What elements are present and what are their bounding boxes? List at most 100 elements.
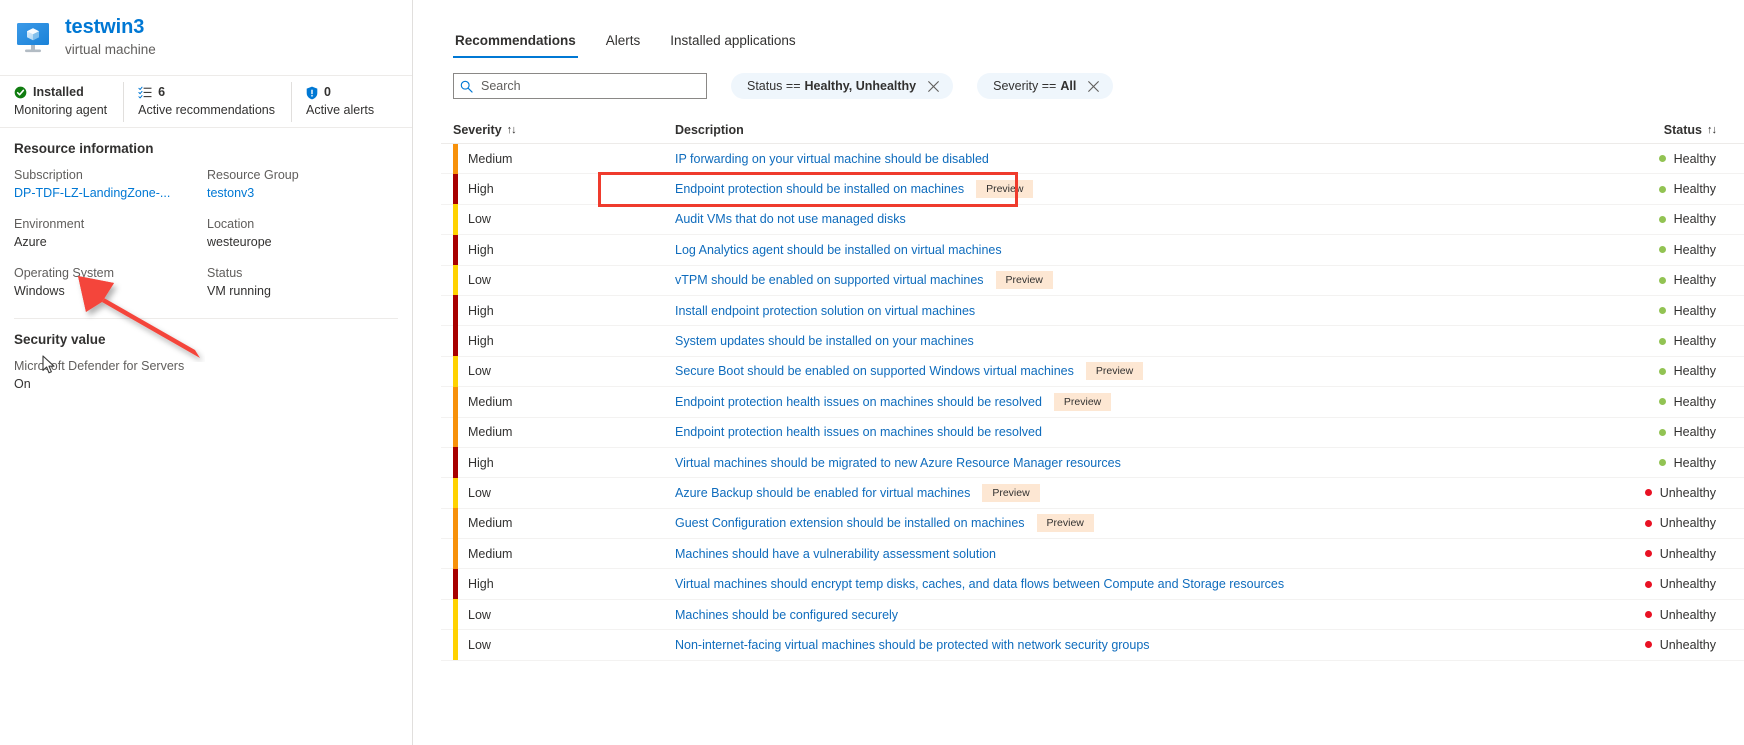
- virtual-machine-icon: [14, 19, 52, 57]
- description-cell: Endpoint protection should be installed …: [675, 180, 1616, 199]
- filter-bar: Status == Healthy, Unhealthy Severity ==…: [441, 72, 1744, 100]
- status-cell: Healthy: [1616, 456, 1744, 470]
- info-label: Location: [207, 217, 255, 231]
- tab-installed-applications[interactable]: Installed applications: [668, 32, 797, 58]
- status-cell: Unhealthy: [1616, 577, 1744, 591]
- status-dot-icon: [1658, 246, 1666, 254]
- recommendation-link[interactable]: Endpoint protection should be installed …: [675, 182, 964, 196]
- recommendation-link[interactable]: Audit VMs that do not use managed disks: [675, 212, 906, 226]
- recommendation-link[interactable]: Guest Configuration extension should be …: [675, 516, 1025, 530]
- recommendation-link[interactable]: Install endpoint protection solution on …: [675, 304, 975, 318]
- status-label: Healthy: [1673, 212, 1716, 227]
- severity-indicator-bar: [453, 295, 458, 326]
- table-row[interactable]: High Log Analytics agent should be instal…: [441, 234, 1744, 266]
- table-row[interactable]: High Endpoint protection should be instal…: [441, 173, 1744, 205]
- recommendation-link[interactable]: Endpoint protection health issues on mac…: [675, 425, 1042, 439]
- info-value[interactable]: testonv3: [207, 185, 398, 202]
- status-cell: Unhealthy: [1616, 608, 1744, 622]
- severity-label: High: [468, 182, 494, 197]
- filter-chip-prefix: Status ==: [747, 79, 801, 93]
- info-value[interactable]: DP-TDF-LZ-LandingZone-...: [14, 185, 207, 202]
- severity-cell: Medium: [453, 386, 675, 418]
- table-row[interactable]: Low Machines should be configured securel…: [441, 599, 1744, 631]
- column-header-status[interactable]: Status ↑↓: [1616, 123, 1744, 137]
- page-title[interactable]: testwin3: [65, 16, 156, 39]
- close-icon[interactable]: [1087, 80, 1100, 93]
- filter-chip-status[interactable]: Status == Healthy, Unhealthy: [731, 73, 954, 99]
- table-row[interactable]: Medium Machines should have a vulnerabili…: [441, 538, 1744, 570]
- severity-label: Low: [468, 637, 491, 652]
- table-row[interactable]: Low Azure Backup should be enabled for vi…: [441, 477, 1744, 509]
- tab-alerts[interactable]: Alerts: [604, 32, 643, 58]
- recommendation-link[interactable]: Log Analytics agent should be installed …: [675, 243, 1002, 257]
- column-header-label: Status: [1663, 122, 1702, 137]
- status-label: Healthy: [1673, 455, 1716, 470]
- recommendation-link[interactable]: Virtual machines should be migrated to n…: [675, 456, 1121, 470]
- description-cell: Install endpoint protection solution on …: [675, 304, 1616, 318]
- severity-cell: High: [453, 234, 675, 266]
- recommendation-link[interactable]: vTPM should be enabled on supported virt…: [675, 273, 984, 287]
- recommendation-link[interactable]: System updates should be installed on yo…: [675, 334, 974, 348]
- status-label: Healthy: [1673, 151, 1716, 166]
- severity-indicator-bar: [453, 356, 458, 387]
- status-label: Healthy: [1673, 242, 1716, 257]
- status-dot-icon: [1658, 215, 1666, 223]
- recommendation-link[interactable]: Virtual machines should encrypt temp dis…: [675, 577, 1284, 591]
- metric-monitoring-agent[interactable]: Installed Monitoring agent: [0, 82, 123, 122]
- table-row[interactable]: Low vTPM should be enabled on supported v…: [441, 265, 1744, 296]
- info-value: westeurope: [207, 235, 272, 249]
- info-field-resource-group: Resource Group testonv3: [207, 167, 398, 202]
- tab-recommendations[interactable]: Recommendations: [453, 32, 578, 58]
- column-header-description: Description: [675, 123, 1616, 137]
- close-icon[interactable]: [927, 80, 940, 93]
- recommendation-link[interactable]: IP forwarding on your virtual machine sh…: [675, 152, 989, 166]
- status-label: Healthy: [1673, 182, 1716, 197]
- search-box[interactable]: [453, 73, 707, 99]
- status-cell: Healthy: [1616, 212, 1744, 226]
- table-row[interactable]: High System updates should be installed o…: [441, 325, 1744, 357]
- table-row[interactable]: Low Audit VMs that do not use managed dis…: [441, 204, 1744, 236]
- metric-active-recommendations[interactable]: 6 Active recommendations: [123, 81, 291, 122]
- table-row[interactable]: High Virtual machines should encrypt temp…: [441, 568, 1744, 600]
- status-cell: Healthy: [1616, 243, 1744, 257]
- recommendation-link[interactable]: Secure Boot should be enabled on support…: [675, 364, 1074, 378]
- status-label: Healthy: [1673, 364, 1716, 379]
- table-row[interactable]: Medium Endpoint protection health issues …: [441, 386, 1744, 418]
- table-row[interactable]: High Install endpoint protection solution…: [441, 295, 1744, 327]
- status-cell: Healthy: [1616, 395, 1744, 409]
- table-row[interactable]: High Virtual machines should be migrated …: [441, 447, 1744, 479]
- recommendation-link[interactable]: Endpoint protection health issues on mac…: [675, 395, 1042, 409]
- description-cell: Azure Backup should be enabled for virtu…: [675, 483, 1616, 502]
- sort-icon[interactable]: ↑↓: [507, 124, 517, 136]
- recommendation-link[interactable]: Non-internet-facing virtual machines sho…: [675, 638, 1150, 652]
- status-dot-icon: [1644, 611, 1652, 619]
- sort-icon[interactable]: ↑↓: [1707, 124, 1717, 136]
- status-dot-icon: [1658, 276, 1666, 284]
- severity-cell: High: [453, 568, 675, 600]
- status-cell: Healthy: [1616, 364, 1744, 378]
- column-header-severity[interactable]: Severity ↑↓: [453, 123, 675, 137]
- severity-cell: Low: [453, 204, 675, 235]
- recommendation-link[interactable]: Machines should be configured securely: [675, 608, 898, 622]
- check-circle-icon: [14, 86, 27, 99]
- metric-active-alerts[interactable]: 0 Active alerts: [291, 81, 390, 122]
- severity-cell: Low: [453, 629, 675, 661]
- table-row[interactable]: Medium Guest Configuration extension shou…: [441, 508, 1744, 540]
- metric-label: Active recommendations: [138, 103, 275, 117]
- info-label: Resource Group: [207, 168, 299, 182]
- search-input[interactable]: [479, 78, 700, 94]
- table-row[interactable]: Low Secure Boot should be enabled on supp…: [441, 356, 1744, 388]
- severity-cell: High: [453, 173, 675, 205]
- recommendation-link[interactable]: Azure Backup should be enabled for virtu…: [675, 486, 970, 500]
- table-row[interactable]: Low Non-internet-facing virtual machines …: [441, 629, 1744, 661]
- status-dot-icon: [1658, 428, 1666, 436]
- status-dot-icon: [1658, 185, 1666, 193]
- preview-badge: Preview: [995, 271, 1053, 290]
- info-label: Operating System: [14, 266, 115, 280]
- filter-chip-severity[interactable]: Severity == All: [977, 73, 1114, 99]
- status-label: Unhealthy: [1659, 516, 1716, 531]
- recommendation-link[interactable]: Machines should have a vulnerability ass…: [675, 547, 996, 561]
- table-row[interactable]: Medium Endpoint protection health issues …: [441, 417, 1744, 448]
- table-row[interactable]: Medium IP forwarding on your virtual mach…: [441, 143, 1744, 175]
- resource-information-grid: Subscription DP-TDF-LZ-LandingZone-... R…: [14, 167, 398, 300]
